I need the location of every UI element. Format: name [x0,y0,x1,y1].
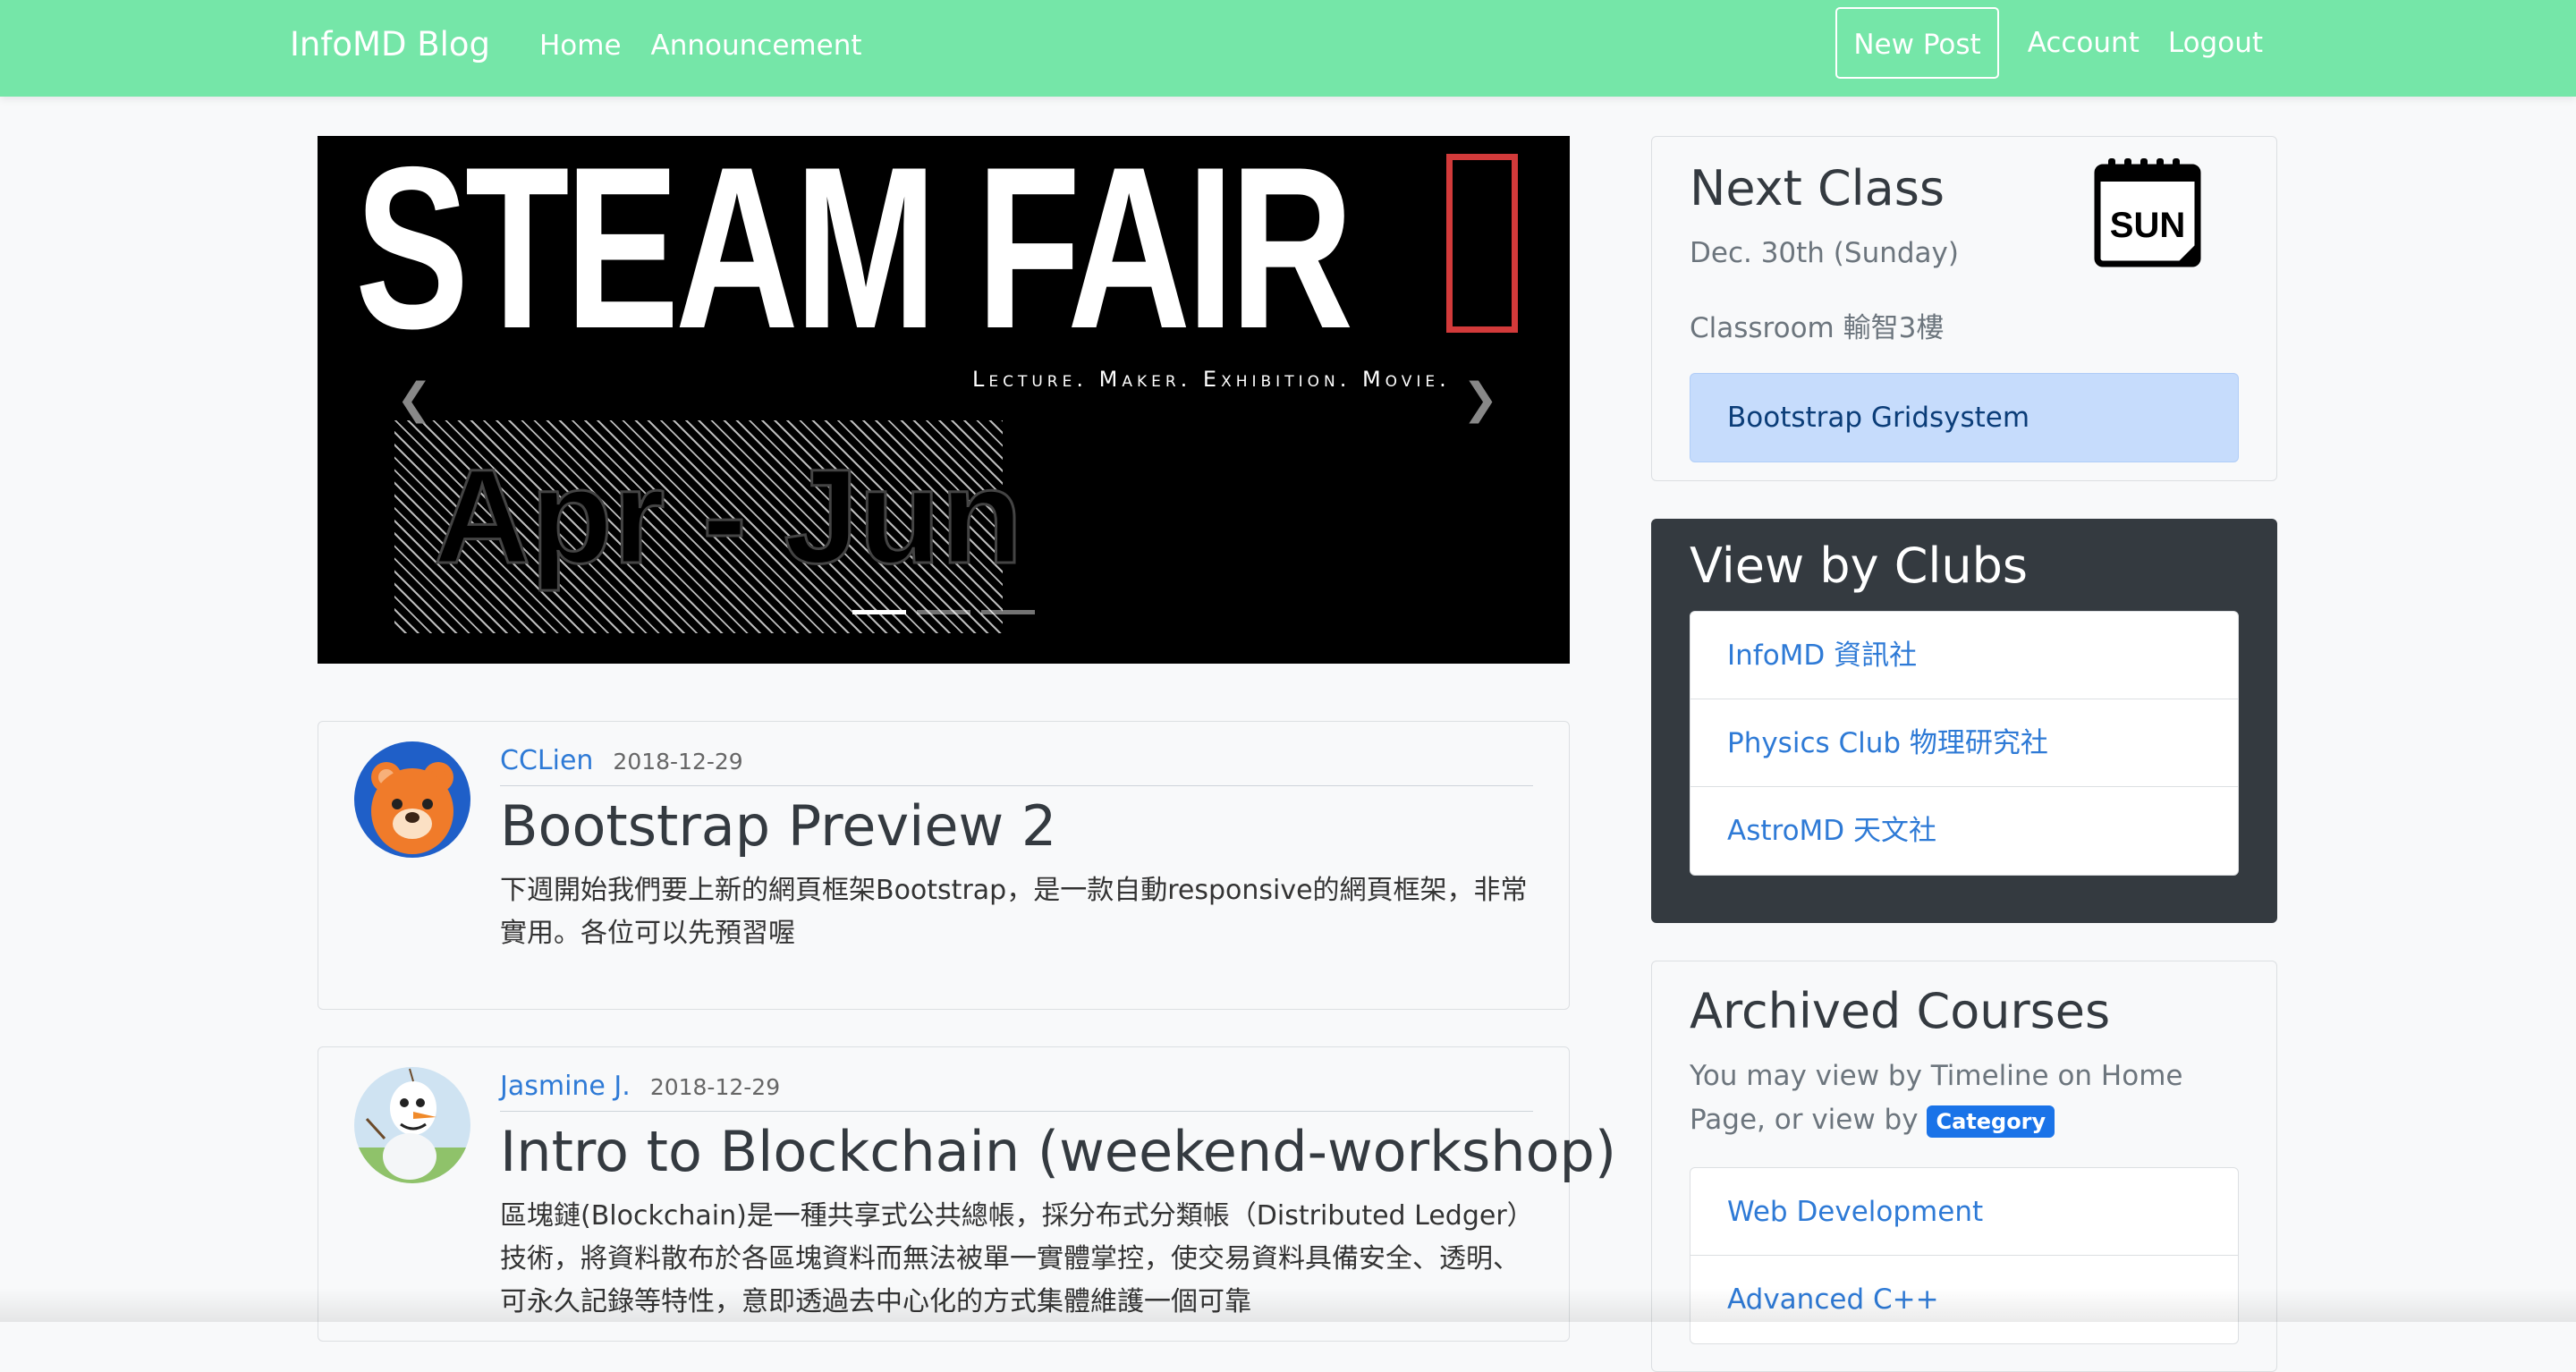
archived-list: Web Development Advanced C++ [1690,1167,2239,1344]
carousel-indicators [852,610,1035,614]
post-excerpt: 下週開始我們要上新的網頁框架Bootstrap，是一款自動responsive的… [500,875,1528,949]
category-badge[interactable]: Category [1927,1105,2055,1138]
archived-description: You may view by Timeline on Home Page, o… [1690,1054,2253,1142]
nav-logout[interactable]: Logout [2168,27,2263,59]
carousel-title: STEAM FAIR [355,136,1353,377]
post-author-link[interactable]: CCLien [500,745,593,776]
navbar: InfoMD Blog Home Announcement New Post A… [0,0,2576,97]
post-meta: Jasmine J. 2018-12-29 [500,1071,1533,1112]
next-class-room: Classroom 輸智3樓 [1690,312,1945,344]
snowman-avatar [354,1067,470,1183]
post-card: CCLien 2018-12-29 Bootstrap Preview 2 下週… [318,721,1570,1010]
club-item-physics[interactable]: Physics Club 物理研究社 [1690,699,2238,787]
nav-account[interactable]: Account [2028,27,2140,59]
post-body: Jasmine J. 2018-12-29 Intro to Blockchai… [500,1047,1616,1324]
post-card: Jasmine J. 2018-12-29 Intro to Blockchai… [318,1046,1616,1342]
carousel-prev-icon[interactable]: ❮ [396,377,432,420]
clubs-card: View by Clubs InfoMD 資訊社 Physics Club 物理… [1651,519,2277,923]
calendar-day-label: SUN [2110,206,2185,245]
nav-home[interactable]: Home [539,30,622,62]
carousel-indicator[interactable] [852,610,906,614]
next-class-title: Next Class [1690,160,1945,216]
new-post-button[interactable]: New Post [1835,7,1999,79]
club-item-astromd[interactable]: AstroMD 天文社 [1690,787,2238,875]
banner-carousel[interactable]: STEAM FAIR Lecture. Maker. Exhibition. M… [318,136,1570,664]
calendar-icon: SUN [2094,157,2201,268]
carousel-dates: Apr - Jun [432,441,1023,591]
club-item-infomd[interactable]: InfoMD 資訊社 [1690,612,2238,699]
post-meta: CCLien 2018-12-29 [500,745,1533,786]
course-item-web-development[interactable]: Web Development [1690,1168,2238,1256]
next-class-date: Dec. 30th (Sunday) [1690,237,1959,269]
nav-announcement[interactable]: Announcement [651,30,862,62]
brand-logo[interactable]: InfoMD Blog [290,25,490,64]
carousel-subtitle: Lecture. Maker. Exhibition. Movie. [972,367,1451,392]
bear-avatar [354,741,470,858]
next-class-card: Next Class SUN Dec. 30th (Sunday) Classr… [1651,136,2277,481]
archived-title: Archived Courses [1690,983,2111,1039]
carousel-indicator[interactable] [981,610,1035,614]
post-excerpt: 區塊鏈(Blockchain)是一種共享式公共總帳，採分布式分類帳（Distri… [500,1200,1521,1317]
carousel-number-outline [1446,154,1518,333]
post-body: CCLien 2018-12-29 Bootstrap Preview 2 下週… [500,722,1533,955]
clubs-list: InfoMD 資訊社 Physics Club 物理研究社 AstroMD 天文… [1690,611,2239,876]
post-author-link[interactable]: Jasmine J. [500,1071,631,1102]
carousel-indicator[interactable] [917,610,970,614]
carousel-next-icon[interactable]: ❯ [1462,377,1498,420]
post-date: 2018-12-29 [649,1074,781,1100]
next-class-topic[interactable]: Bootstrap Gridsystem [1690,373,2239,462]
post-title[interactable]: Bootstrap Preview 2 [500,793,1533,859]
post-title[interactable]: Intro to Blockchain (weekend-workshop) [500,1119,1616,1184]
nav-links: Home Announcement [539,30,862,62]
clubs-title: View by Clubs [1690,538,2029,594]
archived-courses-card: Archived Courses You may view by Timelin… [1651,961,2277,1372]
course-item-advanced-cpp[interactable]: Advanced C++ [1690,1256,2238,1343]
nav-actions: New Post Account Logout [1835,7,2263,79]
post-date: 2018-12-29 [613,749,743,775]
